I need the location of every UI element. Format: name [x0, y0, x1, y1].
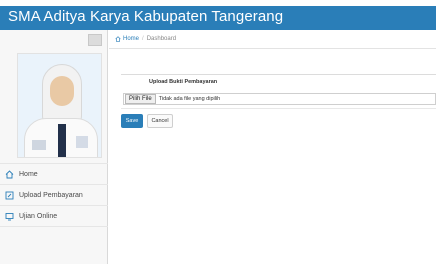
- sidebar-item-label: Home: [19, 170, 38, 178]
- sidebar-toggle-button[interactable]: [88, 34, 102, 46]
- form-actions: Save Cancel: [121, 114, 173, 128]
- photo-badge-right: [76, 136, 88, 148]
- home-icon: [115, 36, 121, 42]
- upload-panel: Upload Bukti Pembayaran Pilih File Tidak…: [121, 74, 436, 109]
- upload-heading: Upload Bukti Pembayaran: [149, 79, 218, 85]
- breadcrumb-separator: /: [142, 36, 144, 42]
- sidebar-item-label: Ujian Online: [19, 212, 58, 220]
- sidebar-item-ujian-online[interactable]: Ujian Online: [0, 206, 108, 226]
- home-icon: [5, 169, 14, 179]
- breadcrumb-home[interactable]: Home: [115, 36, 139, 42]
- cancel-button[interactable]: Cancel: [147, 114, 173, 128]
- file-input[interactable]: Pilih File Tidak ada file yang dipilih: [123, 93, 436, 105]
- sidebar: Home Upload Pembayaran Ujian Online: [0, 30, 108, 264]
- menu-divider: [0, 226, 108, 227]
- save-button[interactable]: Save: [121, 114, 143, 128]
- sidebar-item-home[interactable]: Home: [0, 164, 108, 184]
- choose-file-button[interactable]: Pilih File: [125, 94, 156, 104]
- upload-icon: [5, 191, 14, 200]
- monitor-icon: [5, 212, 14, 221]
- main-content: Home / Dashboard Upload Bukti Pembayaran…: [109, 30, 436, 264]
- sidebar-item-upload-pembayaran[interactable]: Upload Pembayaran: [0, 185, 108, 205]
- breadcrumb-current: Dashboard: [146, 36, 177, 42]
- sidebar-menu: Home Upload Pembayaran Ujian Online: [0, 163, 108, 227]
- photo-badge-left: [32, 140, 46, 150]
- photo-tie: [58, 124, 66, 157]
- sidebar-item-label: Upload Pembayaran: [19, 191, 83, 199]
- breadcrumb-home-label: Home: [123, 36, 140, 42]
- app-title[interactable]: SMA Aditya Karya Kabupaten Tangerang: [8, 8, 283, 25]
- breadcrumb: Home / Dashboard: [109, 30, 436, 49]
- photo-face: [50, 76, 74, 106]
- top-navbar: SMA Aditya Karya Kabupaten Tangerang: [0, 6, 436, 30]
- file-status: Tidak ada file yang dipilih: [158, 96, 221, 102]
- profile-photo: [17, 53, 102, 158]
